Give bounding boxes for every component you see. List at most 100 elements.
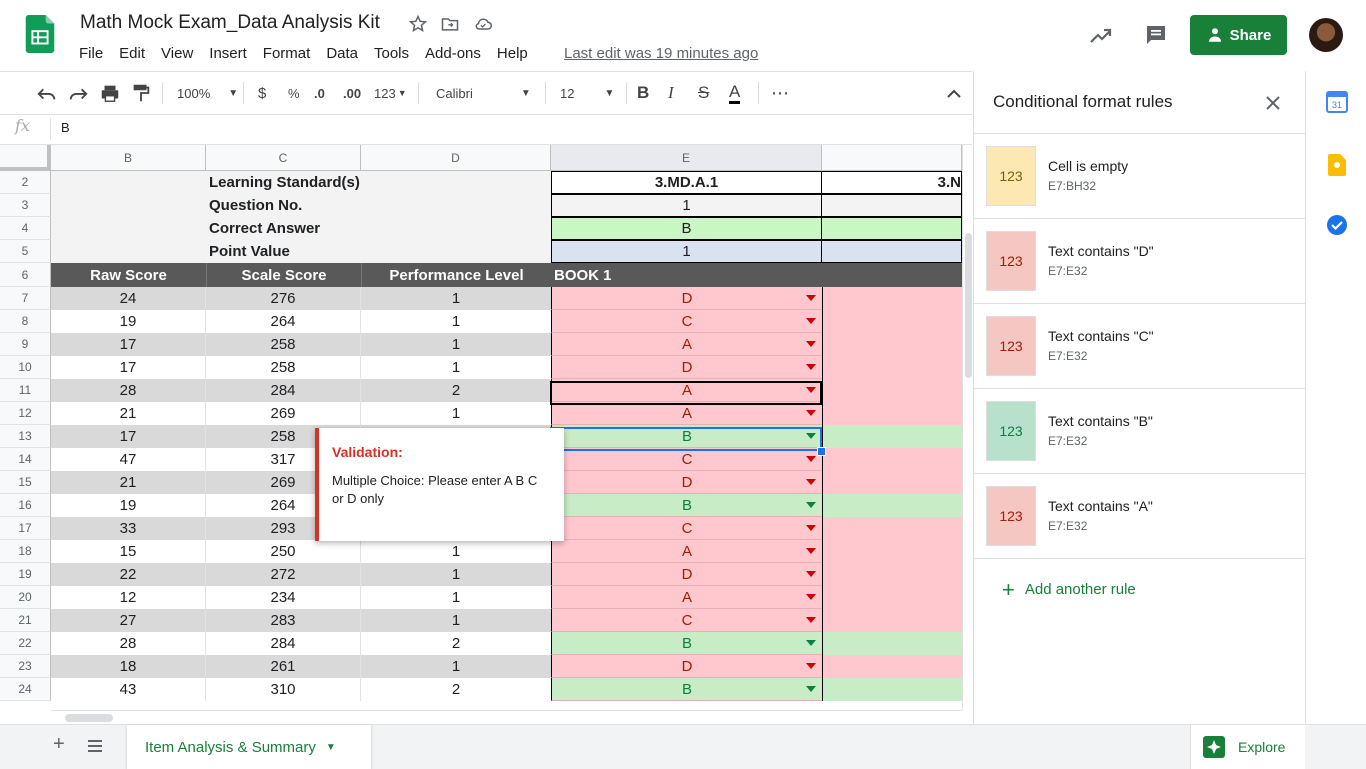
answer-cell-next[interactable]	[822, 402, 962, 425]
answer-cell-next[interactable]	[822, 540, 962, 563]
raw-score-cell[interactable]: 17	[51, 333, 206, 356]
row-header[interactable]: 20	[0, 586, 51, 609]
row-header[interactable]: 22	[0, 632, 51, 655]
answer-cell-next[interactable]	[822, 586, 962, 609]
column-header-f[interactable]	[822, 145, 962, 171]
header-label[interactable]: Learning Standard(s)	[206, 171, 551, 194]
conditional-rule[interactable]: 123 Text contains "A" E7:E32	[974, 474, 1305, 559]
strikethrough-button[interactable]: S	[698, 72, 709, 114]
raw-score-cell[interactable]: 17	[51, 425, 206, 448]
header-label[interactable]: Point Value	[206, 240, 551, 263]
all-sheets-icon[interactable]	[86, 738, 104, 754]
increase-decimal-button[interactable]: .00	[343, 72, 361, 114]
header-value-next[interactable]	[822, 217, 962, 240]
row-header[interactable]: 2	[0, 171, 51, 194]
performance-level-cell[interactable]: 2	[361, 632, 551, 655]
answer-cell[interactable]: C	[551, 517, 822, 540]
redo-icon[interactable]	[67, 72, 89, 114]
dropdown-arrow-icon[interactable]	[806, 571, 816, 577]
scale-score-cell[interactable]: 258	[206, 333, 361, 356]
answer-cell-next[interactable]	[822, 356, 962, 379]
formula-input[interactable]: B	[61, 120, 70, 135]
answer-cell-next[interactable]	[822, 333, 962, 356]
performance-level-cell[interactable]: 2	[361, 678, 551, 701]
scale-score-cell[interactable]: 272	[206, 563, 361, 586]
dropdown-arrow-icon[interactable]	[806, 640, 816, 646]
scale-score-header[interactable]: Scale Score	[206, 263, 361, 287]
keep-icon[interactable]	[1328, 154, 1346, 176]
row-header[interactable]: 19	[0, 563, 51, 586]
sheet-tab-dropdown-icon[interactable]: ▼	[326, 742, 336, 753]
menu-data[interactable]: Data	[318, 44, 366, 66]
answer-cell-next[interactable]	[822, 563, 962, 586]
raw-score-cell[interactable]: 21	[51, 471, 206, 494]
raw-score-cell[interactable]: 19	[51, 310, 206, 333]
performance-level-cell[interactable]: 1	[361, 287, 551, 310]
text-color-button[interactable]: A	[729, 72, 741, 114]
answer-cell-next[interactable]	[822, 379, 962, 402]
dropdown-arrow-icon[interactable]	[806, 479, 816, 485]
header-label[interactable]: Correct Answer	[206, 217, 551, 240]
raw-score-cell[interactable]: 22	[51, 563, 206, 586]
add-rule-button[interactable]: + Add another rule	[1002, 578, 1136, 600]
horizontal-scroll-thumb[interactable]	[65, 714, 113, 722]
row-header[interactable]: 10	[0, 356, 51, 379]
raw-score-cell[interactable]: 18	[51, 655, 206, 678]
last-edit-link[interactable]: Last edit was 19 minutes ago	[564, 45, 758, 62]
move-folder-icon[interactable]	[440, 14, 460, 34]
dropdown-arrow-icon[interactable]	[806, 617, 816, 623]
performance-level-cell[interactable]: 1	[361, 655, 551, 678]
performance-level-cell[interactable]: 1	[361, 356, 551, 379]
raw-score-cell[interactable]: 27	[51, 609, 206, 632]
row-header[interactable]: 11	[0, 379, 51, 402]
row-header[interactable]: 7	[0, 287, 51, 310]
answer-cell-next[interactable]	[822, 425, 962, 448]
horizontal-scrollbar[interactable]	[51, 710, 962, 725]
scale-score-cell[interactable]: 283	[206, 609, 361, 632]
row-header[interactable]: 16	[0, 494, 51, 517]
star-icon[interactable]	[408, 14, 428, 34]
print-icon[interactable]	[99, 72, 121, 114]
header-value-next[interactable]	[822, 240, 962, 263]
dropdown-arrow-icon[interactable]	[806, 341, 816, 347]
answer-cell-next[interactable]	[822, 494, 962, 517]
percent-format-button[interactable]: %	[288, 72, 300, 114]
answer-cell-next[interactable]	[822, 678, 962, 701]
answer-cell-next[interactable]	[822, 655, 962, 678]
book-header-next[interactable]	[822, 263, 962, 287]
scale-score-cell[interactable]: 310	[206, 678, 361, 701]
menu-addons[interactable]: Add-ons	[417, 44, 489, 66]
dropdown-arrow-icon[interactable]	[806, 663, 816, 669]
header-value[interactable]: B	[551, 217, 822, 240]
menu-help[interactable]: Help	[489, 44, 536, 66]
zoom-select[interactable]: 100% ▼	[177, 72, 238, 114]
scale-score-cell[interactable]: 264	[206, 310, 361, 333]
scale-score-cell[interactable]: 261	[206, 655, 361, 678]
raw-score-cell[interactable]: 17	[51, 356, 206, 379]
calendar-icon[interactable]: 31	[1326, 91, 1348, 113]
answer-cell[interactable]: D	[551, 563, 822, 586]
answer-cell-next[interactable]	[822, 471, 962, 494]
raw-score-cell[interactable]: 24	[51, 287, 206, 310]
dropdown-arrow-icon[interactable]	[806, 686, 816, 692]
conditional-rule[interactable]: 123 Text contains "B" E7:E32	[974, 389, 1305, 474]
answer-cell[interactable]: C	[551, 609, 822, 632]
answer-cell[interactable]: A	[551, 333, 822, 356]
answer-cell-next[interactable]	[822, 310, 962, 333]
font-family-select[interactable]: Calibri ▼	[436, 72, 531, 114]
header-value-next[interactable]	[822, 194, 962, 217]
performance-level-cell[interactable]: 1	[361, 333, 551, 356]
dropdown-arrow-icon[interactable]	[806, 502, 816, 508]
sheets-logo-icon[interactable]	[25, 15, 55, 53]
answer-cell[interactable]: D	[551, 356, 822, 379]
answer-cell[interactable]: B	[551, 494, 822, 517]
row-header[interactable]: 17	[0, 517, 51, 540]
answer-cell[interactable]: B	[551, 678, 822, 701]
menu-edit[interactable]: Edit	[111, 44, 153, 66]
answer-cell[interactable]: A	[551, 402, 822, 425]
menu-insert[interactable]: Insert	[201, 44, 255, 66]
answer-cell-next[interactable]	[822, 448, 962, 471]
blank-cell[interactable]	[51, 194, 206, 217]
header-value[interactable]: 1	[551, 240, 822, 263]
document-title[interactable]: Math Mock Exam_Data Analysis Kit	[80, 12, 380, 34]
